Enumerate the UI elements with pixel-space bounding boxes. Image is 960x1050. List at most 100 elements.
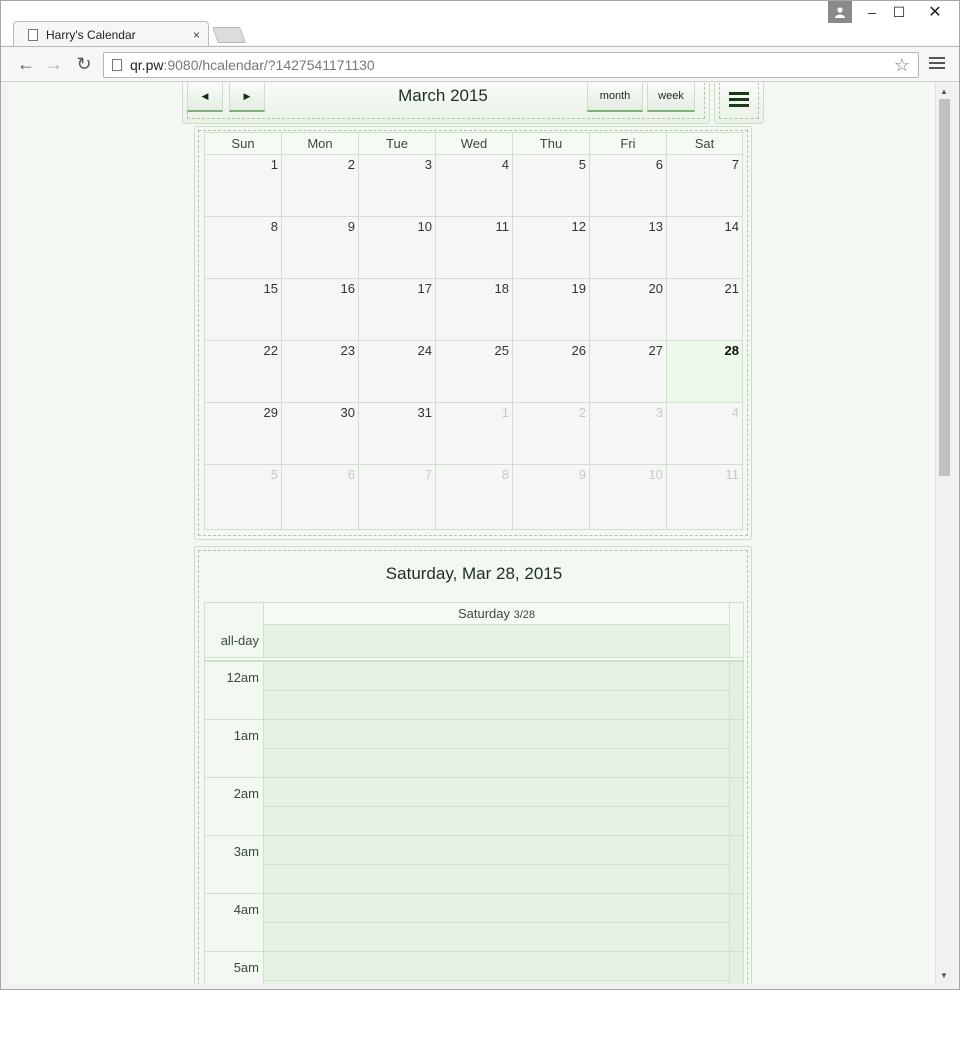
calendar-header: ◀ ▶ March 2015 month week [182,83,710,124]
day-cell-other-month[interactable]: 11 [666,465,743,530]
week-view-button[interactable]: week [647,83,695,112]
person-icon [835,7,845,18]
day-cell[interactable]: 19 [512,279,589,341]
day-cell[interactable]: 12 [512,217,589,279]
day-cell-other-month[interactable]: 9 [512,465,589,530]
hour-label: 5am [204,951,263,984]
new-tab-button[interactable] [212,27,246,43]
day-cell[interactable]: 9 [281,217,358,279]
day-cell[interactable]: 1 [204,155,281,217]
hour-label: 3am [204,835,263,893]
day-cell[interactable]: 2 [281,155,358,217]
day-cell[interactable]: 18 [435,279,512,341]
profile-button[interactable] [828,1,852,23]
day-cell[interactable]: 16 [281,279,358,341]
next-month-button[interactable]: ▶ [229,83,265,112]
day-cell[interactable]: 21 [666,279,743,341]
hour-row: 3am [204,835,744,893]
week-row: 29 30 31 1 2 3 4 [204,403,744,465]
weekday-wed: Wed [435,133,512,154]
day-column-header-row: Saturday 3/28 [204,602,744,625]
day-cell[interactable]: 7 [666,155,743,217]
scrollbar-thumb[interactable] [939,99,950,476]
day-cell[interactable]: 11 [435,217,512,279]
caret-right-icon: ▶ [243,90,251,101]
day-cell-other-month[interactable]: 5 [204,465,281,530]
vertical-scrollbar[interactable]: ▲ ▼ [935,83,952,984]
day-cell-other-month[interactable]: 6 [281,465,358,530]
today-cell[interactable]: 28 [666,341,743,403]
title-bar: – ☐ ✕ Harry's Calendar × [1,1,959,47]
time-slot[interactable] [263,951,729,984]
hour-label: 1am [204,719,263,777]
minimize-button[interactable]: – [859,1,885,23]
day-column-header: Saturday 3/28 [263,602,729,625]
page-icon [112,59,122,71]
day-cell[interactable]: 15 [204,279,281,341]
hour-row: 1am [204,719,744,777]
page-icon [28,28,38,41]
day-cell[interactable]: 5 [512,155,589,217]
browser-tab[interactable]: Harry's Calendar × [13,21,209,47]
time-slot[interactable] [263,835,729,893]
url-path: :9080/hcalendar/?1427541171130 [163,57,375,73]
scroll-up-arrow-icon[interactable]: ▲ [940,87,948,96]
day-cell-other-month[interactable]: 8 [435,465,512,530]
time-slot[interactable] [263,719,729,777]
reload-icon[interactable]: ↻ [73,53,95,75]
time-slot[interactable] [263,777,729,835]
maximize-button[interactable]: ☐ [886,1,912,23]
day-cell[interactable]: 10 [358,217,435,279]
day-cell[interactable]: 23 [281,341,358,403]
day-column-weekday: Saturday [457,606,510,621]
day-cell[interactable]: 25 [435,341,512,403]
day-cell[interactable]: 27 [589,341,666,403]
day-cell[interactable]: 6 [589,155,666,217]
month-grid: Sun Mon Tue Wed Thu Fri Sat 1 2 3 4 5 6 … [204,132,744,530]
day-cell[interactable]: 14 [666,217,743,279]
day-cell[interactable]: 4 [435,155,512,217]
day-cell-other-month[interactable]: 3 [589,403,666,465]
page-viewport: ◀ ▶ March 2015 month week Sun Mon Tue We… [8,83,935,984]
tab-close-icon[interactable]: × [193,28,200,42]
day-cell[interactable]: 31 [358,403,435,465]
hour-label: 2am [204,777,263,835]
all-day-slot[interactable] [263,625,729,658]
day-cell[interactable]: 3 [358,155,435,217]
day-cell-other-month[interactable]: 7 [358,465,435,530]
browser-menu-icon[interactable] [929,55,945,71]
week-row: 8 9 10 11 12 13 14 [204,217,744,279]
time-slot[interactable] [263,893,729,951]
bookmark-star-icon[interactable]: ☆ [894,55,910,76]
day-cell-other-month[interactable]: 2 [512,403,589,465]
day-cell[interactable]: 24 [358,341,435,403]
day-cell-other-month[interactable]: 10 [589,465,666,530]
scroll-down-arrow-icon[interactable]: ▼ [940,971,948,980]
menu-toggle[interactable] [714,83,764,124]
day-cell[interactable]: 20 [589,279,666,341]
hour-row: 5am [204,951,744,984]
day-column-date: 3/28 [513,609,536,621]
day-cell[interactable]: 29 [204,403,281,465]
day-cell[interactable]: 22 [204,341,281,403]
day-cell[interactable]: 8 [204,217,281,279]
month-view-button[interactable]: month [587,83,643,112]
hour-row: 4am [204,893,744,951]
day-cell[interactable]: 17 [358,279,435,341]
forward-arrow-icon[interactable]: → [43,53,65,75]
url-text[interactable]: qr.pw:9080/hcalendar/?1427541171130 [130,57,375,73]
time-slot[interactable] [263,661,729,719]
day-cell-other-month[interactable]: 1 [435,403,512,465]
back-arrow-icon[interactable]: ← [15,53,37,75]
browser-window: – ☐ ✕ Harry's Calendar × ← → ↻ qr.pw:908… [0,0,960,990]
browser-toolbar: ← → ↻ qr.pw:9080/hcalendar/?142754117113… [1,46,959,82]
day-cell[interactable]: 30 [281,403,358,465]
close-window-button[interactable]: ✕ [913,1,957,23]
week-row: 22 23 24 25 26 27 28 [204,341,744,403]
prev-month-button[interactable]: ◀ [187,83,223,112]
day-cell-other-month[interactable]: 4 [666,403,743,465]
address-bar[interactable]: qr.pw:9080/hcalendar/?1427541171130 ☆ [103,52,919,78]
day-cell[interactable]: 26 [512,341,589,403]
weekday-tue: Tue [358,133,435,154]
day-cell[interactable]: 13 [589,217,666,279]
